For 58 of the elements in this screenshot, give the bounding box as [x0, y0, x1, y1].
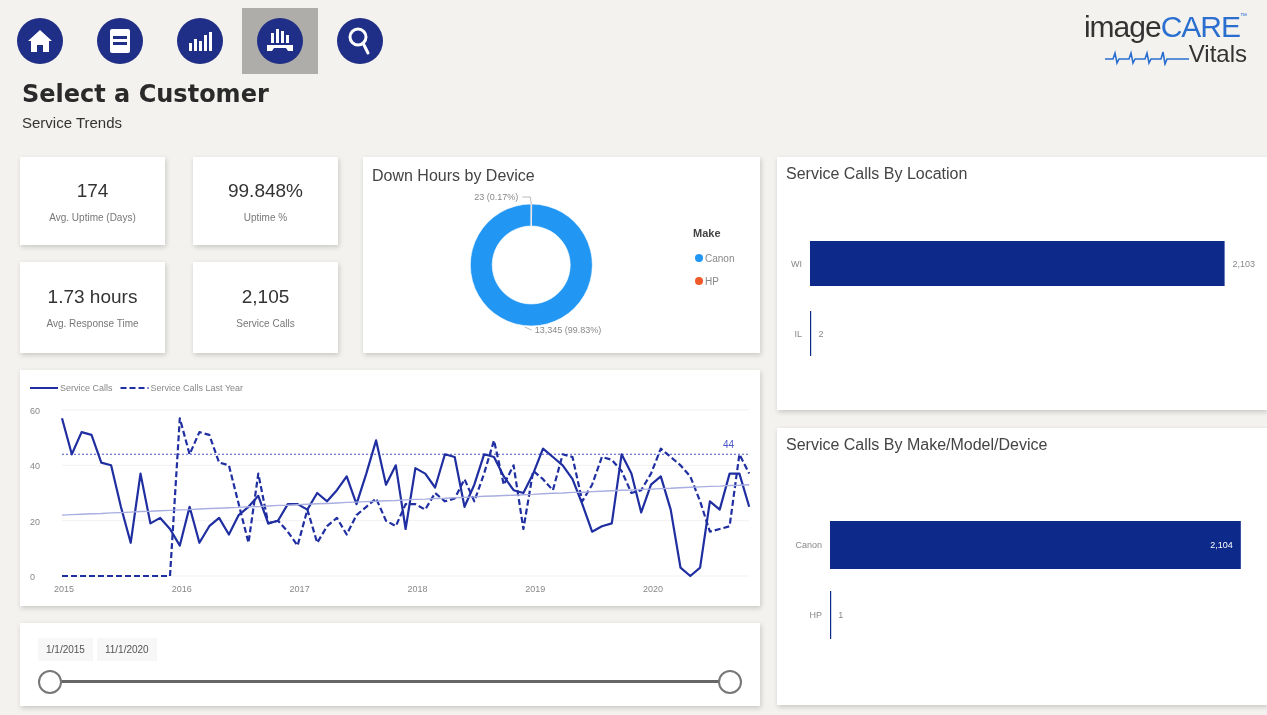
chart-title: Down Hours by Device: [371, 166, 536, 185]
logo-text: Vitals: [1188, 42, 1247, 66]
axis-label: 2020: [643, 584, 664, 594]
wrench-chart-icon: [256, 17, 304, 65]
search-icon: [336, 17, 384, 65]
kpi-value: 2,105: [241, 286, 290, 308]
leader-line: [521, 196, 532, 205]
axis-label: 60: [30, 406, 40, 416]
kpi-label: Service Calls: [236, 318, 295, 329]
axis-label: 2018: [407, 584, 428, 594]
axis-label: 40: [30, 461, 40, 472]
leader-line: [524, 326, 533, 331]
home-icon: [16, 17, 64, 65]
nav-button[interactable]: [242, 8, 318, 74]
document-icon: [96, 17, 144, 65]
legend-line: [29, 387, 59, 389]
chart-title: Service Calls By Location: [785, 164, 969, 183]
data-label: 2: [818, 328, 824, 339]
legend-label: Service Calls Last Year: [150, 383, 244, 393]
data-label: 2,103: [1232, 258, 1256, 269]
legend-label: Service Calls: [60, 383, 113, 393]
slider-handle[interactable]: [718, 670, 742, 694]
logo-text: CARE: [1160, 12, 1240, 42]
slider-handle[interactable]: [38, 670, 62, 694]
kpi-label: Avg. Uptime (Days): [49, 211, 136, 223]
axis-label: Canon: [795, 540, 822, 550]
heartbeat-icon: [1104, 48, 1189, 66]
data-label: 1: [838, 610, 844, 620]
data-label: 2,104: [1210, 540, 1233, 550]
date-field[interactable]: 11/1/2020: [96, 638, 157, 661]
axis-label: WI: [791, 258, 802, 269]
page-title: Select a Customer: [22, 80, 270, 108]
data-label: 23 (0.17%): [474, 192, 519, 202]
kpi-value: 1.73 hours: [47, 286, 138, 308]
bar-chart-icon: [176, 17, 224, 65]
data-label: 13,345 (99.83%): [534, 325, 602, 335]
axis-label: 0: [30, 572, 35, 582]
axis-label: HP: [809, 610, 822, 620]
axis-label: 20: [30, 516, 40, 527]
kpi-label: Uptime %: [243, 211, 288, 223]
axis-label: IL: [794, 328, 802, 339]
chart-title: Service Calls By Make/Model/Device: [785, 435, 1049, 454]
logo-text: image: [1083, 12, 1161, 42]
kpi-value: 174: [76, 179, 109, 202]
legend-label: HP: [705, 276, 719, 287]
legend-line: [119, 387, 150, 389]
kpi-value: 99.848%: [228, 179, 303, 202]
axis-label: 2017: [289, 584, 310, 594]
legend-title: Make: [693, 227, 721, 239]
axis-label: 2016: [171, 584, 192, 594]
legend-label: Canon: [705, 253, 735, 264]
axis-label: 2019: [525, 584, 546, 594]
range-slider[interactable]: [38, 670, 742, 694]
axis-label: 2015: [54, 584, 75, 594]
page-subtitle: Service Trends: [22, 114, 124, 131]
kpi-label: Avg. Response Time: [46, 318, 139, 329]
date-field[interactable]: 1/1/2015: [38, 638, 93, 661]
reference-label: 44: [722, 439, 734, 451]
